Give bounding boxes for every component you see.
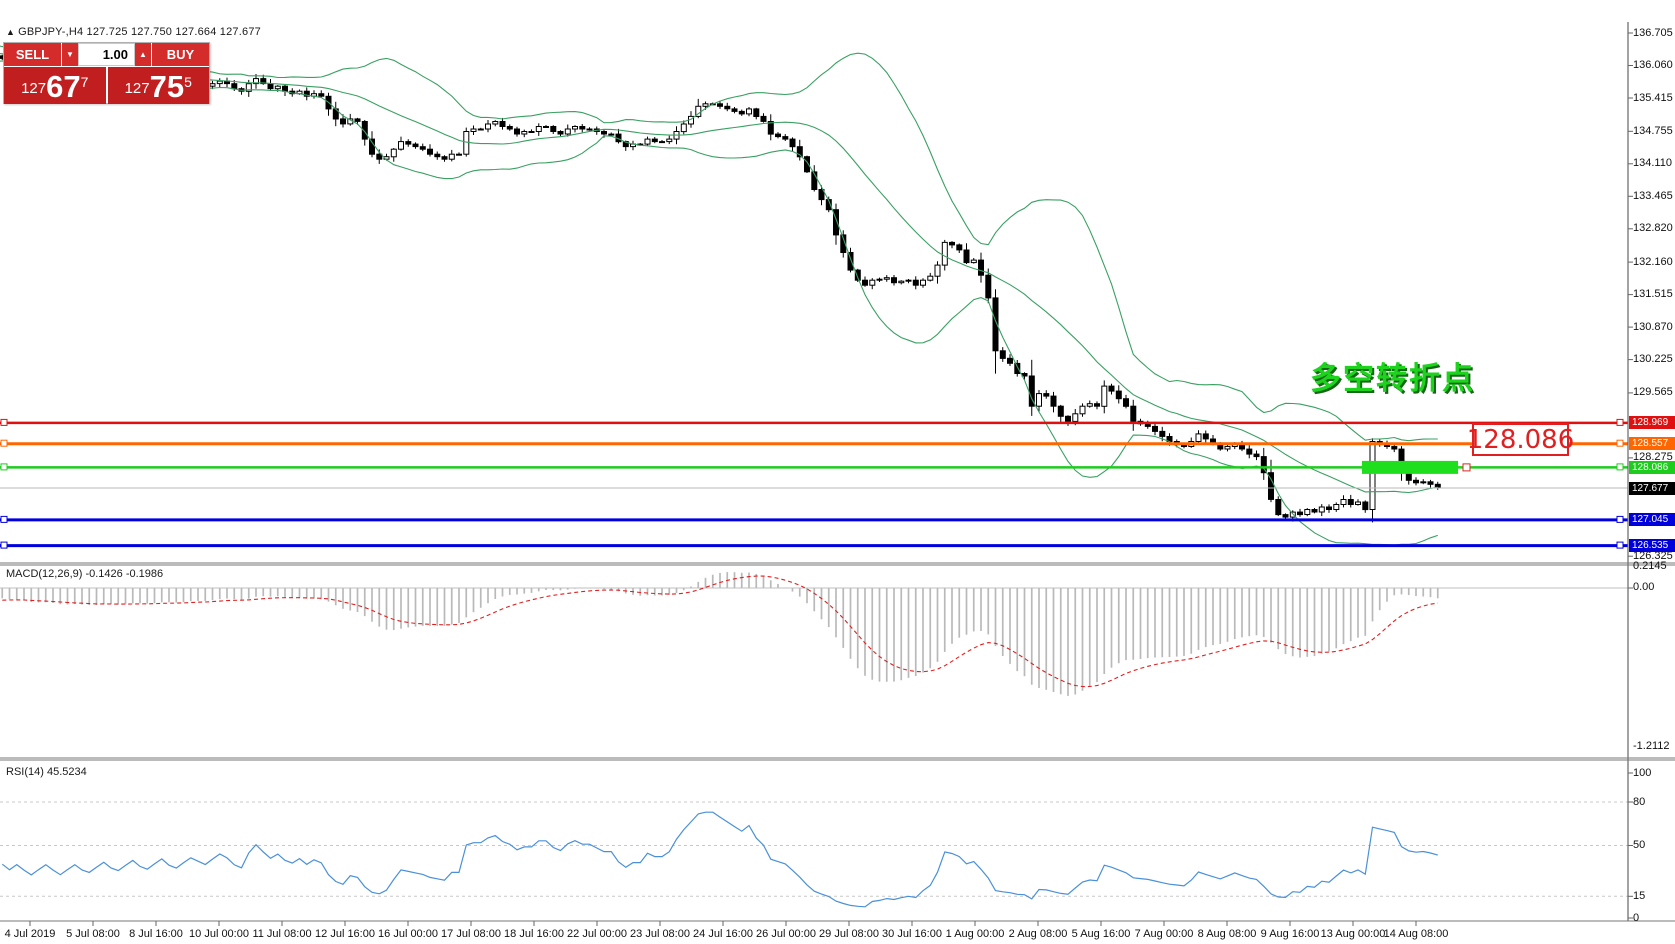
- rsi-label: RSI(14) 45.5234: [6, 766, 87, 778]
- time-axis-label[interactable]: 2 Aug 08:00: [1009, 928, 1068, 940]
- time-axis-label[interactable]: 5 Aug 16:00: [1072, 928, 1131, 940]
- price-line-tag: 128.086: [1629, 461, 1675, 474]
- macd-axis-label[interactable]: 0.2145: [1633, 560, 1667, 572]
- sell-button[interactable]: SELL: [4, 43, 62, 66]
- price-callout-label[interactable]: 128.086: [1472, 423, 1569, 456]
- time-axis-label[interactable]: 8 Jul 16:00: [129, 928, 183, 940]
- volume-increase-button[interactable]: ▲: [135, 43, 151, 66]
- price-axis-label[interactable]: 136.705: [1633, 27, 1673, 39]
- price-axis-label[interactable]: 130.225: [1633, 353, 1673, 365]
- time-axis-label[interactable]: 13 Aug 00:00: [1321, 928, 1386, 940]
- time-axis-label[interactable]: 30 Jul 16:00: [882, 928, 942, 940]
- rsi-axis-label[interactable]: 100: [1633, 767, 1651, 779]
- price-axis-label[interactable]: 134.110: [1633, 157, 1672, 169]
- time-axis-label[interactable]: 16 Jul 00:00: [378, 928, 438, 940]
- buy-price-main: 75: [150, 71, 184, 102]
- price-axis-label[interactable]: 130.870: [1633, 321, 1673, 333]
- time-axis-label[interactable]: 7 Aug 00:00: [1135, 928, 1194, 940]
- price-axis-label[interactable]: 131.515: [1633, 288, 1673, 300]
- price-axis-label[interactable]: 133.465: [1633, 190, 1673, 202]
- buy-price-pip: 5: [184, 62, 192, 102]
- chart-annotation-text[interactable]: 多空转折点: [1310, 353, 1475, 398]
- one-click-toggle[interactable]: ▲: [6, 27, 15, 37]
- buy-price-button[interactable]: 127755: [108, 67, 210, 104]
- price-line-tag: 128.557: [1629, 437, 1675, 450]
- price-axis-label[interactable]: 136.060: [1633, 59, 1673, 71]
- chart-canvas[interactable]: [0, 0, 1675, 944]
- sell-price-pip: 7: [81, 62, 89, 102]
- rsi-axis-label[interactable]: 50: [1633, 839, 1645, 851]
- price-line-tag: 126.535: [1629, 539, 1675, 552]
- price-axis-label[interactable]: 134.755: [1633, 125, 1673, 137]
- quote-text: GBPJPY-,H4 127.725 127.750 127.664 127.6…: [18, 26, 261, 38]
- rsi-axis-label[interactable]: 15: [1633, 890, 1645, 902]
- price-axis-label[interactable]: 135.415: [1633, 92, 1673, 104]
- time-axis-label[interactable]: 9 Aug 16:00: [1261, 928, 1320, 940]
- rsi-axis-label[interactable]: 80: [1633, 796, 1645, 808]
- price-axis-label[interactable]: 132.820: [1633, 222, 1673, 234]
- time-axis-label[interactable]: 8 Aug 08:00: [1198, 928, 1257, 940]
- sell-price-button[interactable]: 127677: [4, 67, 106, 104]
- sell-price-prefix: 127: [21, 76, 46, 102]
- time-axis-label[interactable]: 12 Jul 16:00: [315, 928, 375, 940]
- buy-price-prefix: 127: [125, 76, 150, 102]
- time-axis-label[interactable]: 4 Jul 2019: [5, 928, 56, 940]
- time-axis-label[interactable]: 14 Aug 08:00: [1384, 928, 1449, 940]
- time-axis-label[interactable]: 1 Aug 00:00: [946, 928, 1005, 940]
- price-axis-label[interactable]: 129.565: [1633, 386, 1673, 398]
- macd-axis-label[interactable]: 0.00: [1633, 581, 1654, 593]
- one-click-trade-panel: SELL ▼ 1.00 ▲ BUY 127677 127755: [3, 42, 210, 104]
- quote-line: ▲GBPJPY-,H4 127.725 127.750 127.664 127.…: [6, 26, 261, 38]
- time-axis-label[interactable]: 24 Jul 16:00: [693, 928, 753, 940]
- time-axis-label[interactable]: 22 Jul 00:00: [567, 928, 627, 940]
- current-price-tag: 127.677: [1629, 482, 1675, 495]
- time-axis-label[interactable]: 29 Jul 08:00: [819, 928, 879, 940]
- volume-decrease-button[interactable]: ▼: [62, 43, 78, 66]
- time-axis-label[interactable]: 11 Jul 08:00: [252, 928, 311, 940]
- time-axis-label[interactable]: 23 Jul 08:00: [630, 928, 690, 940]
- macd-axis-label[interactable]: -1.2112: [1633, 740, 1670, 752]
- time-axis-label[interactable]: 5 Jul 08:00: [66, 928, 120, 940]
- price-axis-label[interactable]: 132.160: [1633, 256, 1673, 268]
- macd-label: MACD(12,26,9) -0.1426 -0.1986: [6, 568, 163, 580]
- rsi-axis-label[interactable]: 0: [1633, 912, 1639, 924]
- time-axis-label[interactable]: 17 Jul 08:00: [441, 928, 501, 940]
- price-line-tag: 128.969: [1629, 416, 1675, 429]
- mt4-window: 新订单 自动交易: [0, 0, 1675, 944]
- buy-button[interactable]: BUY: [151, 43, 209, 66]
- time-axis-label[interactable]: 10 Jul 00:00: [189, 928, 249, 940]
- time-axis-label[interactable]: 26 Jul 00:00: [756, 928, 816, 940]
- price-line-tag: 127.045: [1629, 513, 1675, 526]
- time-axis-label[interactable]: 18 Jul 16:00: [504, 928, 564, 940]
- sell-price-main: 67: [46, 71, 80, 102]
